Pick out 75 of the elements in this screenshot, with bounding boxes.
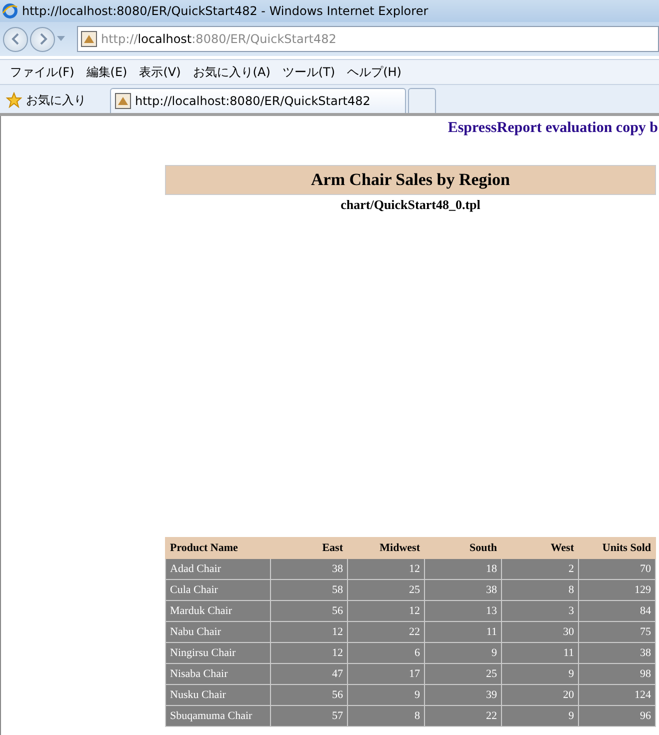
table-cell: Ningirsu Chair xyxy=(166,642,270,664)
evaluation-notice: EspressReport evaluation copy b xyxy=(446,119,658,137)
table-cell: 9 xyxy=(424,642,502,664)
table-cell: Adad Chair xyxy=(166,558,270,580)
table-cell: 58 xyxy=(270,580,348,600)
column-header: South xyxy=(424,538,502,558)
browser-logo-icon xyxy=(2,3,18,19)
table-cell: 12 xyxy=(348,558,424,580)
column-header: Midwest xyxy=(348,538,424,558)
column-header: Product Name xyxy=(166,538,270,558)
table-cell: 20 xyxy=(502,684,578,706)
table-cell: 56 xyxy=(270,600,348,622)
table-cell: 25 xyxy=(348,580,424,600)
table-cell: 47 xyxy=(270,664,348,684)
table-cell: 38 xyxy=(424,580,502,600)
menu-item[interactable]: 表示(V) xyxy=(133,64,187,80)
table-cell: 84 xyxy=(578,600,656,622)
table-cell: 9 xyxy=(502,664,578,684)
forward-button[interactable] xyxy=(30,26,55,52)
back-button[interactable] xyxy=(3,26,28,52)
table-cell: 8 xyxy=(348,706,424,726)
table-cell: 3 xyxy=(502,600,578,622)
page-icon xyxy=(81,31,97,47)
table-cell: 39 xyxy=(424,684,502,706)
table-cell: 30 xyxy=(502,622,578,642)
browser-tab[interactable]: http://localhost:8080/ER/QuickStart482 xyxy=(110,88,406,113)
table-cell: 96 xyxy=(578,706,656,726)
column-header: Units Sold xyxy=(578,538,656,558)
table-cell: 124 xyxy=(578,684,656,706)
column-header: West xyxy=(502,538,578,558)
table-cell: 57 xyxy=(270,706,348,726)
menu-item[interactable]: 編集(E) xyxy=(80,64,134,80)
table-cell: Sbuqamuma Chair xyxy=(166,706,270,726)
table-cell: 9 xyxy=(502,706,578,726)
report-title: Arm Chair Sales by Region xyxy=(165,165,656,195)
table-cell: 11 xyxy=(424,622,502,642)
table-cell: 11 xyxy=(502,642,578,664)
window-title: http://localhost:8080/ER/QuickStart482 - Windows Internet Explorer xyxy=(22,4,428,18)
menu-item[interactable]: ファイル(F) xyxy=(4,64,80,80)
table-cell: 38 xyxy=(578,642,656,664)
table-cell: 12 xyxy=(270,642,348,664)
menu-item[interactable]: お気に入り(A) xyxy=(186,64,276,80)
table-cell: 22 xyxy=(424,706,502,726)
table-cell: 17 xyxy=(348,664,424,684)
menu-item[interactable]: ツール(T) xyxy=(276,64,342,80)
table-cell: Nisaba Chair xyxy=(166,664,270,684)
table-cell: 13 xyxy=(424,600,502,622)
menu-item[interactable]: ヘルプ(H) xyxy=(341,64,408,80)
table-cell: 22 xyxy=(348,622,424,642)
address-field[interactable]: http://localhost:8080/ER/QuickStart482 xyxy=(77,26,659,52)
table-cell: 9 xyxy=(348,684,424,706)
table-cell: Cula Chair xyxy=(166,580,270,600)
browser-tab[interactable] xyxy=(408,88,436,113)
table-cell: 56 xyxy=(270,684,348,706)
table-cell: 2 xyxy=(502,558,578,580)
table-cell: 70 xyxy=(578,558,656,580)
column-header: East xyxy=(270,538,348,558)
table-cell: Nabu Chair xyxy=(166,622,270,642)
table-cell: 12 xyxy=(348,600,424,622)
page-icon xyxy=(115,93,131,109)
table-cell: Marduk Chair xyxy=(166,600,270,622)
favorites-button[interactable]: お気に入り xyxy=(0,87,110,113)
table-cell: Nusku Chair xyxy=(166,684,270,706)
table-cell: 25 xyxy=(424,664,502,684)
star-icon xyxy=(6,92,22,108)
chart-caption: chart/QuickStart48_0.tpl xyxy=(340,197,480,212)
table-cell: 12 xyxy=(270,622,348,642)
dropdown-caret-icon[interactable] xyxy=(57,36,65,42)
table-cell: 98 xyxy=(578,664,656,684)
table-cell: 18 xyxy=(424,558,502,580)
table-cell: 75 xyxy=(578,622,656,642)
table-cell: 6 xyxy=(348,642,424,664)
table-cell: 129 xyxy=(578,580,656,600)
table-cell: 8 xyxy=(502,580,578,600)
table-cell: 38 xyxy=(270,558,348,580)
